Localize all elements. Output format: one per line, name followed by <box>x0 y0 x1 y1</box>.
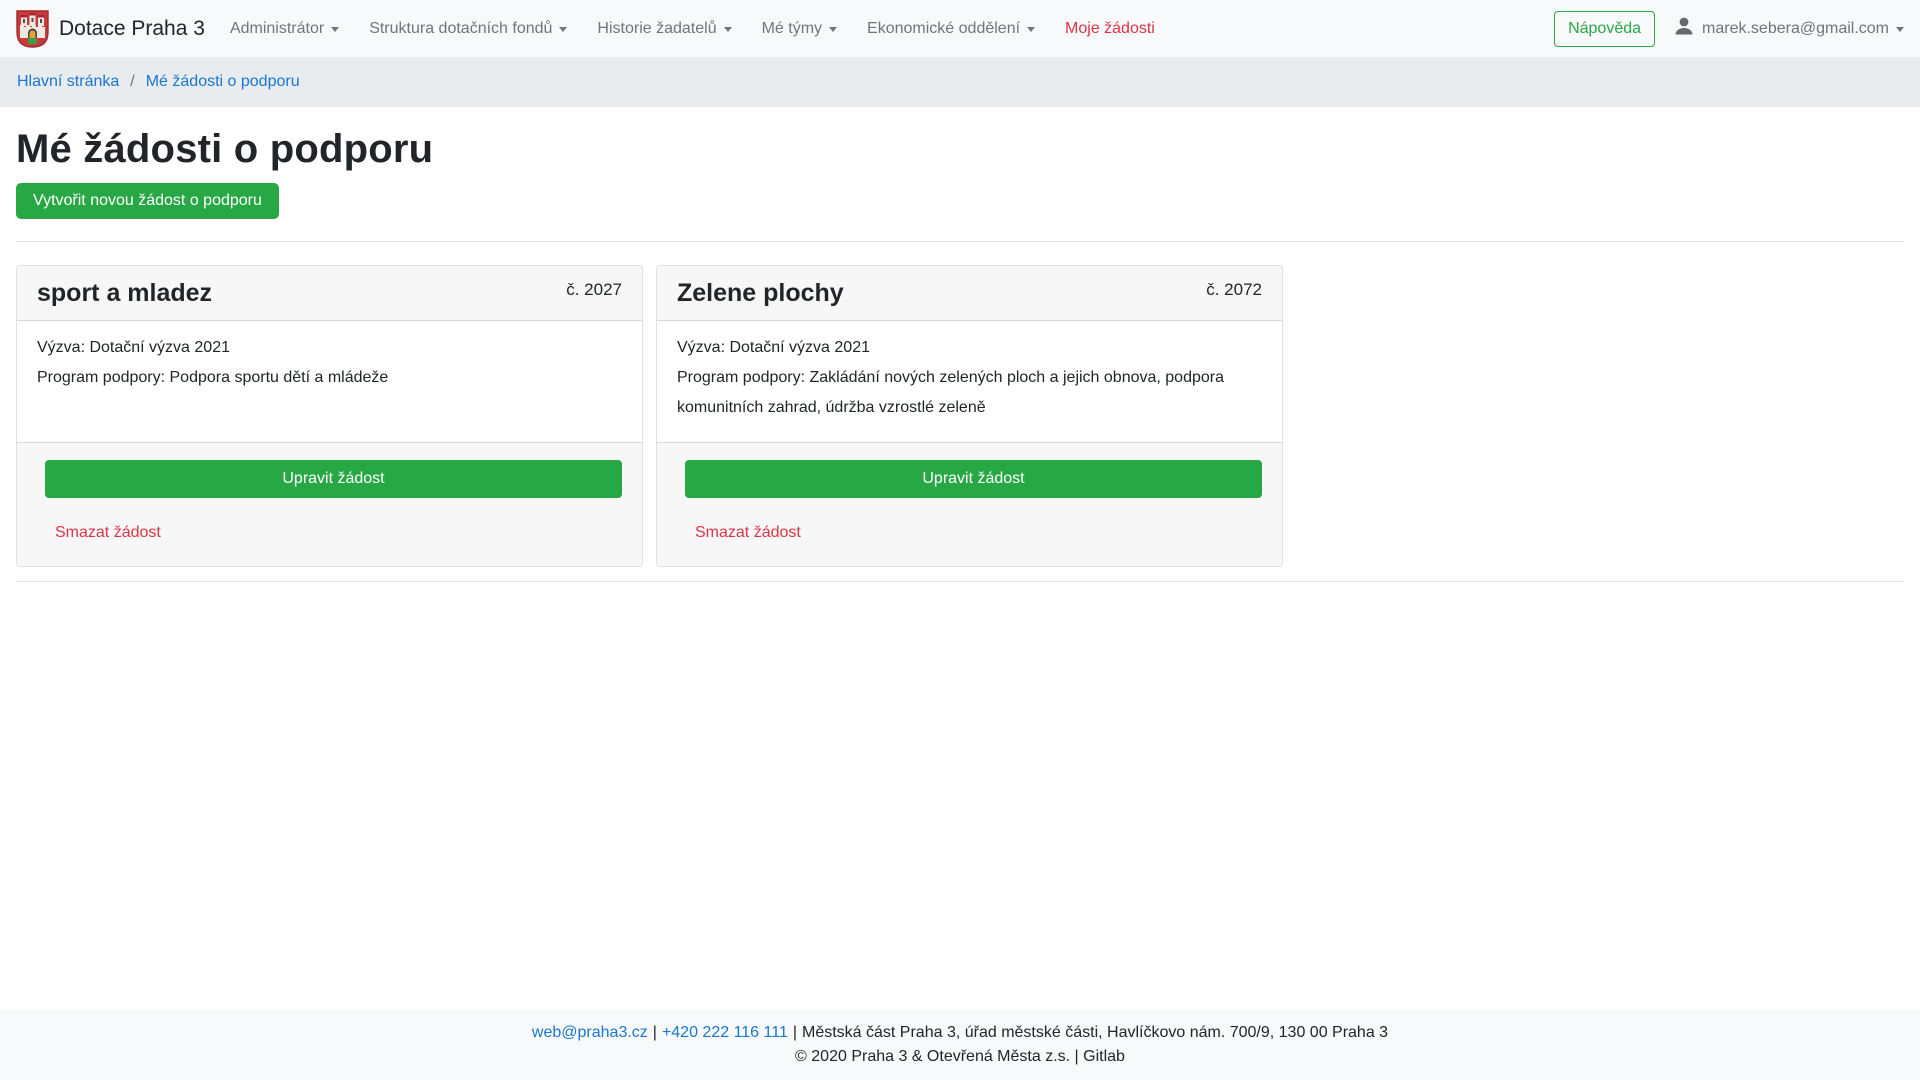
nav-item-me-tymy[interactable]: Mé týmy <box>747 12 852 46</box>
nav-item-moje-zadosti[interactable]: Moje žádosti <box>1050 12 1170 46</box>
application-program: Program podpory: Zakládání nových zelený… <box>677 363 1262 423</box>
help-button[interactable]: Nápověda <box>1554 11 1655 47</box>
divider <box>16 581 1904 582</box>
user-icon <box>1673 15 1695 42</box>
navbar: Dotace Praha 3 Administrátor Struktura d… <box>0 0 1920 57</box>
application-card: sport a mladez č. 2027 Výzva: Dotační vý… <box>16 265 643 567</box>
edit-application-button[interactable]: Upravit žádost <box>45 460 622 498</box>
chevron-down-icon <box>1027 27 1035 32</box>
application-card-header: Zelene plochy č. 2072 <box>657 266 1282 321</box>
main-menu: Administrátor Struktura dotačních fondů … <box>215 12 1170 46</box>
breadcrumb: Hlavní stránka / Mé žádosti o podporu <box>0 57 1920 107</box>
footer-contact-line: web@praha3.cz | +420 222 116 111 | Městská č… <box>0 1021 1920 1045</box>
page-footer: web@praha3.cz | +420 222 116 111 | Městská č… <box>0 1010 1920 1080</box>
breadcrumb-separator: / <box>130 73 134 91</box>
chevron-down-icon <box>331 27 339 32</box>
footer-separator: | <box>653 1024 657 1041</box>
footer-phone-link[interactable]: +420 222 116 111 <box>662 1024 788 1041</box>
navbar-right: Nápověda marek.sebera@gmail.com <box>1554 11 1904 47</box>
application-card-footer: Upravit žádost Smazat žádost <box>17 442 642 566</box>
application-number: č. 2072 <box>1206 278 1262 300</box>
page-title: Mé žádosti o podporu <box>16 125 1904 173</box>
footer-copyright: © 2020 Praha 3 & Otevřená Města z.s. | G… <box>0 1045 1920 1069</box>
chevron-down-icon <box>724 27 732 32</box>
breadcrumb-current-link[interactable]: Mé žádosti o podporu <box>146 73 300 91</box>
nav-item-label: Historie žadatelů <box>597 20 716 38</box>
footer-separator: | <box>793 1024 797 1041</box>
nav-item-label: Administrátor <box>230 20 324 38</box>
nav-item-label: Mé týmy <box>762 20 822 38</box>
divider <box>16 241 1904 242</box>
chevron-down-icon <box>1896 27 1904 32</box>
nav-item-ekonomicke-oddeleni[interactable]: Ekonomické oddělení <box>852 12 1050 46</box>
nav-item-struktura-dotacnich-fondu[interactable]: Struktura dotačních fondů <box>354 12 582 46</box>
chevron-down-icon <box>829 27 837 32</box>
application-card-body: Výzva: Dotační výzva 2021 Program podpor… <box>657 321 1282 442</box>
nav-item-label: Struktura dotačních fondů <box>369 20 552 38</box>
create-application-button[interactable]: Vytvořit novou žádost o podporu <box>16 183 279 219</box>
application-number: č. 2027 <box>566 278 622 300</box>
user-email: marek.sebera@gmail.com <box>1702 20 1889 38</box>
edit-application-button[interactable]: Upravit žádost <box>685 460 1262 498</box>
brand-title: Dotace Praha 3 <box>59 17 205 41</box>
nav-item-label: Moje žádosti <box>1065 20 1155 38</box>
application-card-body: Výzva: Dotační výzva 2021 Program podpor… <box>17 321 642 442</box>
application-program: Program podpory: Podpora sportu dětí a m… <box>37 363 622 393</box>
nav-item-label: Ekonomické oddělení <box>867 20 1020 38</box>
application-card: Zelene plochy č. 2072 Výzva: Dotační výz… <box>656 265 1283 567</box>
main-content: Mé žádosti o podporu Vytvořit novou žádo… <box>0 125 1920 582</box>
delete-application-link[interactable]: Smazat žádost <box>695 524 801 542</box>
delete-application-link[interactable]: Smazat žádost <box>55 524 161 542</box>
chevron-down-icon <box>559 27 567 32</box>
footer-address: Městská část Praha 3, úřad městské části… <box>802 1024 1388 1041</box>
praha3-coat-of-arms-logo <box>16 10 49 48</box>
application-card-footer: Upravit žádost Smazat žádost <box>657 442 1282 566</box>
application-title: Zelene plochy <box>677 278 844 308</box>
application-call: Výzva: Dotační výzva 2021 <box>677 333 1262 363</box>
footer-email-link[interactable]: web@praha3.cz <box>532 1024 648 1041</box>
nav-item-historie-zadatelu[interactable]: Historie žadatelů <box>582 12 746 46</box>
brand[interactable]: Dotace Praha 3 <box>16 10 205 48</box>
application-call: Výzva: Dotační výzva 2021 <box>37 333 622 363</box>
user-menu[interactable]: marek.sebera@gmail.com <box>1673 15 1904 42</box>
applications-row: sport a mladez č. 2027 Výzva: Dotační vý… <box>16 265 1904 567</box>
nav-item-administrator[interactable]: Administrátor <box>215 12 354 46</box>
application-title: sport a mladez <box>37 278 212 308</box>
application-card-header: sport a mladez č. 2027 <box>17 266 642 321</box>
breadcrumb-home-link[interactable]: Hlavní stránka <box>17 73 119 91</box>
